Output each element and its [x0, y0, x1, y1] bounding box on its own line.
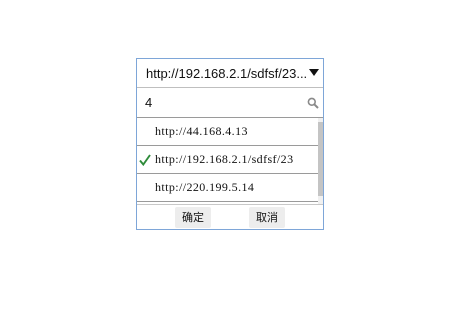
- list-item[interactable]: http://44.168.4.13: [137, 118, 318, 146]
- check-icon-glyph: [139, 154, 151, 167]
- url-option-list: http://44.168.4.13 http://192.168.2.1/sd…: [137, 118, 323, 204]
- search-icon-glyph: [307, 97, 319, 109]
- list-item[interactable]: http://220.199.5.14: [137, 174, 318, 202]
- scrollbar-thumb[interactable]: [318, 122, 323, 196]
- url-select-widget: http://192.168.2.1/sdfsf/23... http://44…: [136, 58, 324, 230]
- list-item-label: http://44.168.4.13: [155, 124, 248, 138]
- list-scrollbar[interactable]: [318, 118, 323, 204]
- list-item-label: http://220.199.5.14: [155, 180, 255, 194]
- search-row: [137, 88, 323, 118]
- search-input[interactable]: [145, 93, 295, 111]
- list-item-label: http://192.168.2.1/sdfsf/23: [155, 152, 294, 166]
- action-footer: 确定 取消: [137, 204, 323, 229]
- url-select[interactable]: http://192.168.2.1/sdfsf/23...: [137, 59, 323, 88]
- dropdown-arrow-icon[interactable]: [309, 69, 319, 76]
- selected-url-value: http://192.168.2.1/sdfsf/23...: [146, 66, 306, 81]
- check-icon: [139, 153, 151, 167]
- list-item-selected[interactable]: http://192.168.2.1/sdfsf/23: [137, 146, 318, 174]
- search-icon[interactable]: [307, 96, 319, 109]
- confirm-button[interactable]: 确定: [175, 207, 211, 228]
- cancel-button[interactable]: 取消: [249, 207, 285, 228]
